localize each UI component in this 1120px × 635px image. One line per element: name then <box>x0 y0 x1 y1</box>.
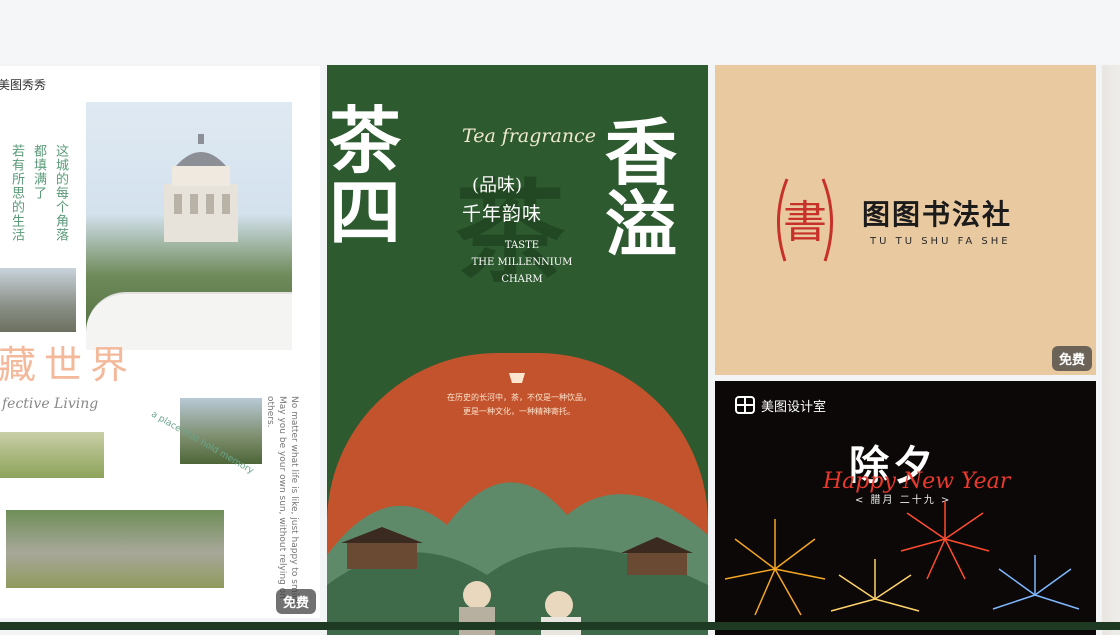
template-card-calligraphy[interactable]: 書 图图书法社 TU TU SHU FA SHE 免费 <box>715 65 1096 375</box>
free-badge: 免费 <box>275 589 316 614</box>
vertical-text-3: 若有所思的生活 <box>9 144 24 242</box>
seal-character: 書 <box>783 197 827 248</box>
field-photo <box>0 432 104 478</box>
next-row-strip <box>0 622 1120 630</box>
script-text: fective Living <box>2 396 99 412</box>
card-headline: 藏世界 <box>0 343 137 387</box>
side-caption: No matter what life is like, just happy … <box>265 396 299 607</box>
template-card-partial[interactable] <box>1102 65 1120 635</box>
tagline-line: CHARM <box>501 274 543 285</box>
right-headline: 香溢 <box>605 110 678 267</box>
calligraphy-seal-logo: 書 <box>777 178 833 262</box>
fragrance-subtitle: Tea fragrance <box>462 125 596 147</box>
tagline-line: TASTE <box>504 240 540 251</box>
english-tagline: TASTE THE MILLENNIUM CHARM <box>467 237 577 288</box>
pinwei-text: (品味) <box>472 175 523 196</box>
template-card-tea[interactable]: 茶 茶四 香溢 Tea fragrance (品味) 千年韵味 TASTE TH… <box>327 65 708 635</box>
town-photo <box>0 268 76 332</box>
template-card-city-life[interactable]: 美图秀秀 这城的每个角落 都填满了 若有所思的生活 藏世界 fective Li… <box>0 66 320 618</box>
brand-pinyin: TU TU SHU FA SHE <box>870 236 1011 247</box>
left-headline: 茶四 <box>329 98 402 255</box>
mountain-scene-illustration <box>327 482 708 635</box>
vertical-text-2: 都填满了 <box>31 144 46 200</box>
card-brand-label: 美图设计室 <box>761 400 827 415</box>
arch-caption: 在历史的长河中，茶，不仅是一种饮品， 更是一种文化，一种精神寄托。 <box>419 391 619 419</box>
teacup-icon <box>509 373 525 383</box>
vertical-text-1: 这城的每个角落 <box>53 144 68 242</box>
building-photo <box>86 102 292 350</box>
tagline-line: THE MILLENNIUM <box>471 257 573 268</box>
path-photo <box>6 510 224 588</box>
arch-caption-line: 更是一种文化，一种精神寄托。 <box>463 407 575 416</box>
template-card-new-year[interactable]: 美图设计室 除夕 Happy New Year < 腊月 二十九 > <box>715 381 1096 635</box>
brand-name: 图图书法社 <box>862 198 1013 231</box>
meitu-design-logo-icon <box>735 396 755 414</box>
card-brand-label: 美图秀秀 <box>0 78 47 92</box>
top-bar <box>0 0 1120 64</box>
arch-caption-line: 在历史的长河中，茶，不仅是一种饮品， <box>447 393 591 402</box>
free-badge: 免费 <box>1051 346 1092 371</box>
qiannian-text: 千年韵味 <box>462 203 543 225</box>
fireworks-illustration <box>724 501 1080 616</box>
dome-building-illustration <box>164 134 238 242</box>
